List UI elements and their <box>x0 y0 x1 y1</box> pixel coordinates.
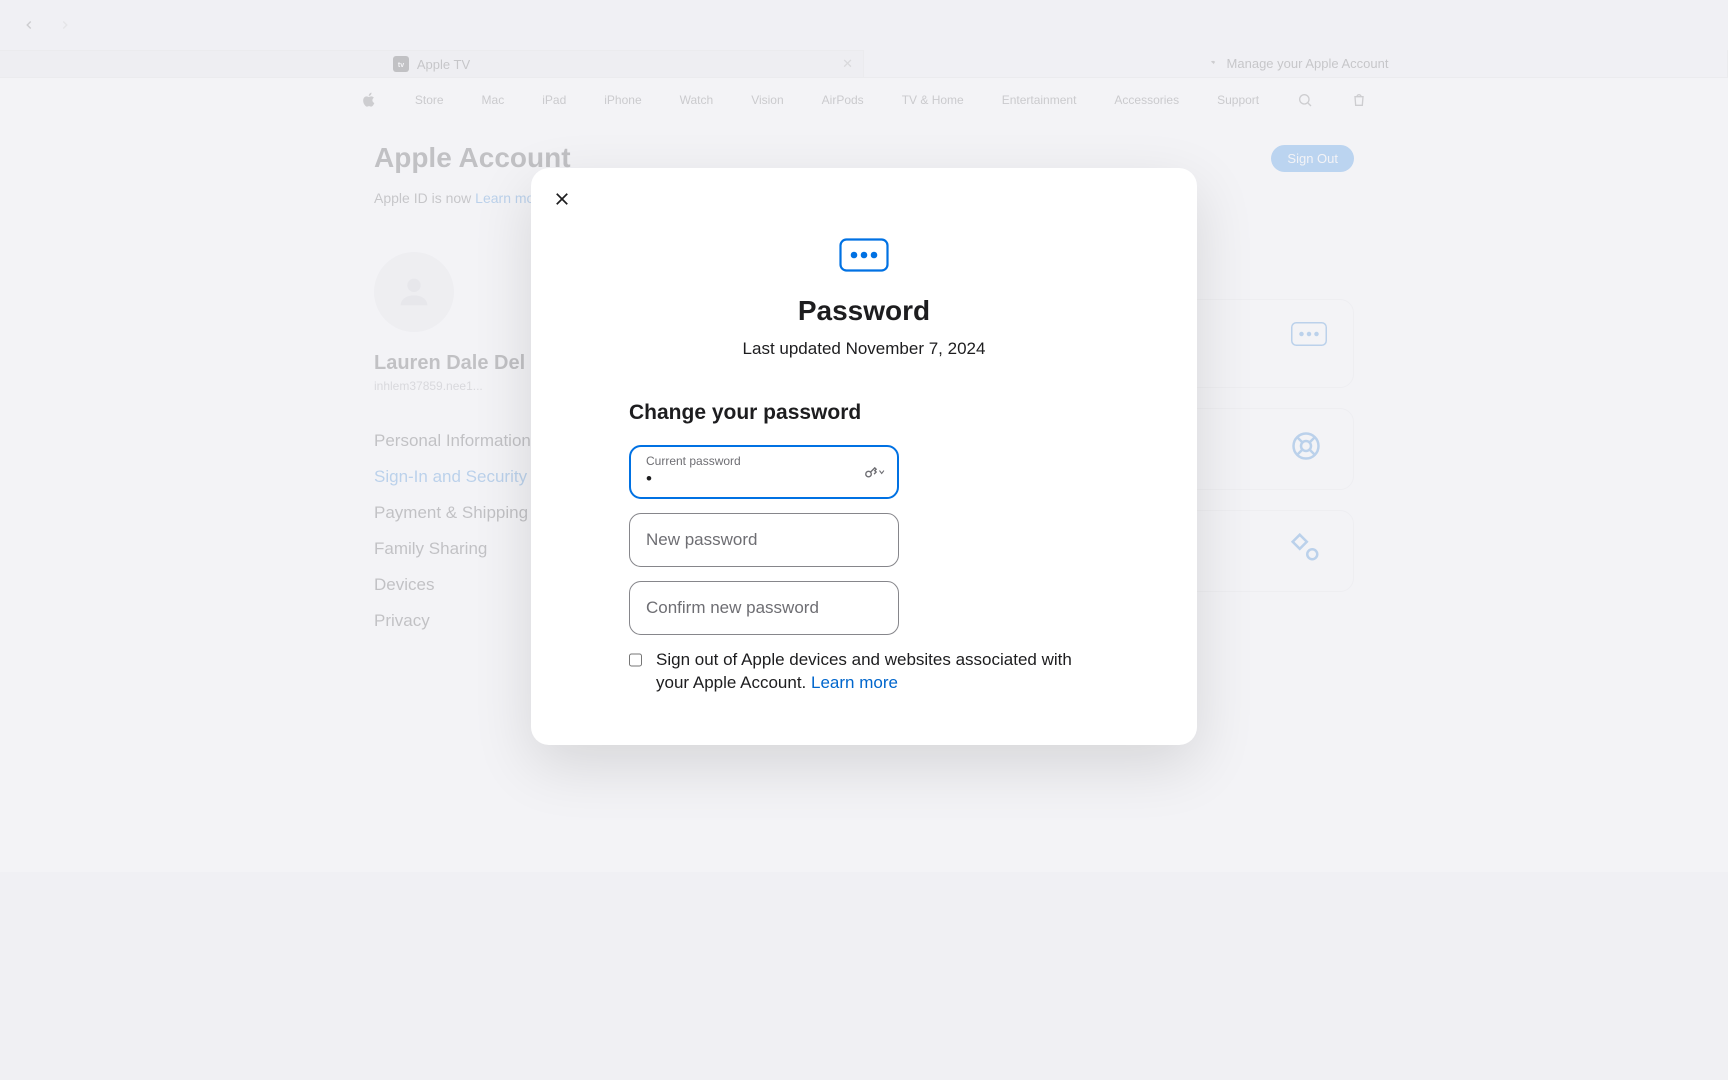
signout-devices-row[interactable]: Sign out of Apple devices and websites a… <box>629 649 1099 695</box>
learn-more-link[interactable]: Learn more <box>811 673 898 692</box>
current-password-input[interactable] <box>646 469 882 489</box>
field-label: Current password <box>646 454 741 468</box>
password-key-icon[interactable] <box>863 462 885 482</box>
modal-subtitle: Last updated November 7, 2024 <box>743 339 986 359</box>
signout-devices-checkbox[interactable] <box>629 652 642 668</box>
form-heading: Change your password <box>629 401 1099 425</box>
current-password-field[interactable]: Current password <box>629 445 899 499</box>
change-password-form: Change your password Current password Ne… <box>629 401 1099 695</box>
modal-title: Password <box>798 295 930 327</box>
field-placeholder: New password <box>646 530 758 550</box>
field-placeholder: Confirm new password <box>646 598 819 618</box>
password-hero-icon <box>839 238 889 277</box>
close-button[interactable] <box>553 190 573 210</box>
password-modal: Password Last updated November 7, 2024 C… <box>531 168 1197 745</box>
new-password-field[interactable]: New password <box>629 513 899 567</box>
confirm-password-field[interactable]: Confirm new password <box>629 581 899 635</box>
checkbox-label: Sign out of Apple devices and websites a… <box>656 649 1099 695</box>
